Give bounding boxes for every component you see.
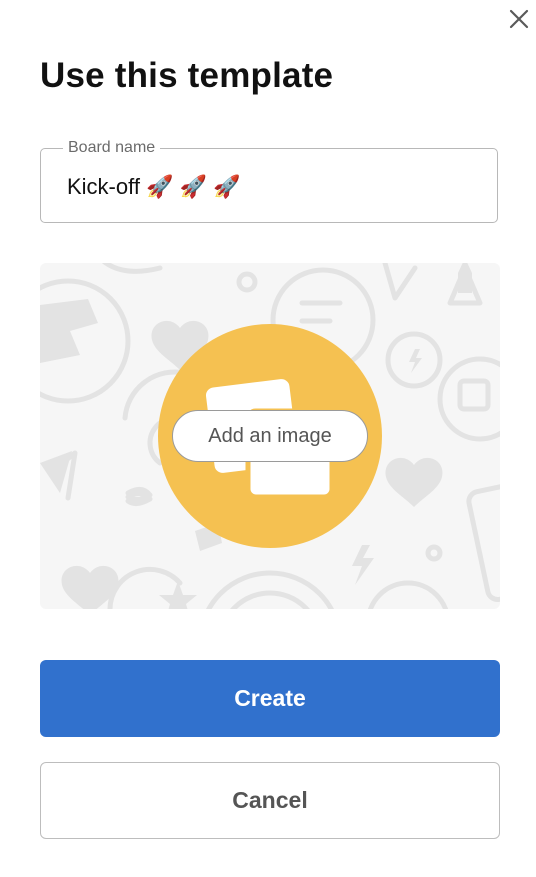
close-button[interactable]: [504, 6, 534, 36]
cancel-button[interactable]: Cancel: [40, 762, 500, 839]
board-name-input[interactable]: [67, 173, 467, 201]
add-image-button[interactable]: Add an image: [172, 410, 368, 462]
board-name-field[interactable]: Board name: [40, 138, 498, 223]
dialog-title: Use this template: [40, 56, 334, 95]
board-image-picker[interactable]: Add an image: [40, 263, 500, 609]
board-name-label: Board name: [63, 138, 161, 158]
close-icon: [507, 7, 531, 36]
create-button[interactable]: Create: [40, 660, 500, 737]
